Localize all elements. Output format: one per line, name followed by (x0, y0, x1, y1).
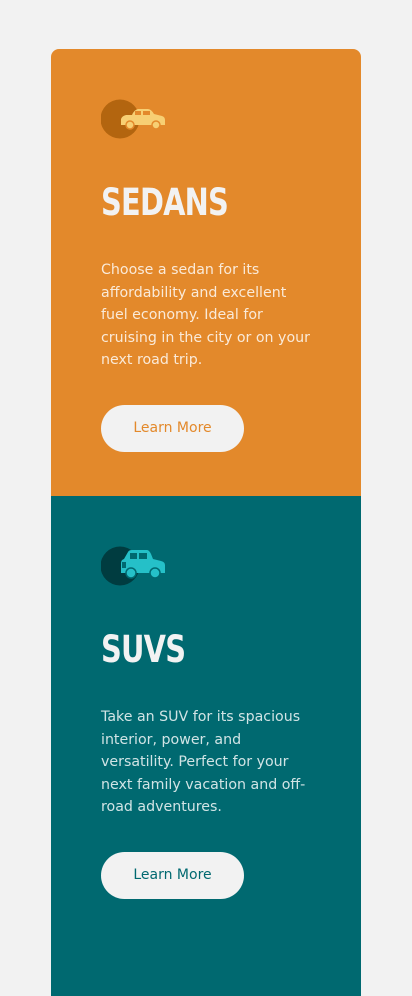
card-title: SUVS (101, 628, 186, 671)
suv-car-icon (101, 546, 167, 586)
learn-more-button[interactable]: Learn More (101, 404, 244, 452)
card-suvs: SUVS Take an SUV for its spacious interi… (51, 496, 361, 996)
sedan-car-icon (101, 99, 167, 139)
card-title: SEDANS (101, 181, 229, 224)
learn-more-button[interactable]: Learn More (101, 851, 244, 899)
car-cards-container: SEDANS Choose a sedan for its affordabil… (51, 49, 361, 996)
card-description: Choose a sedan for its affordability and… (101, 262, 310, 368)
card-sedans: SEDANS Choose a sedan for its affordabil… (51, 49, 361, 496)
card-description: Take an SUV for its spacious interior, p… (101, 709, 306, 815)
